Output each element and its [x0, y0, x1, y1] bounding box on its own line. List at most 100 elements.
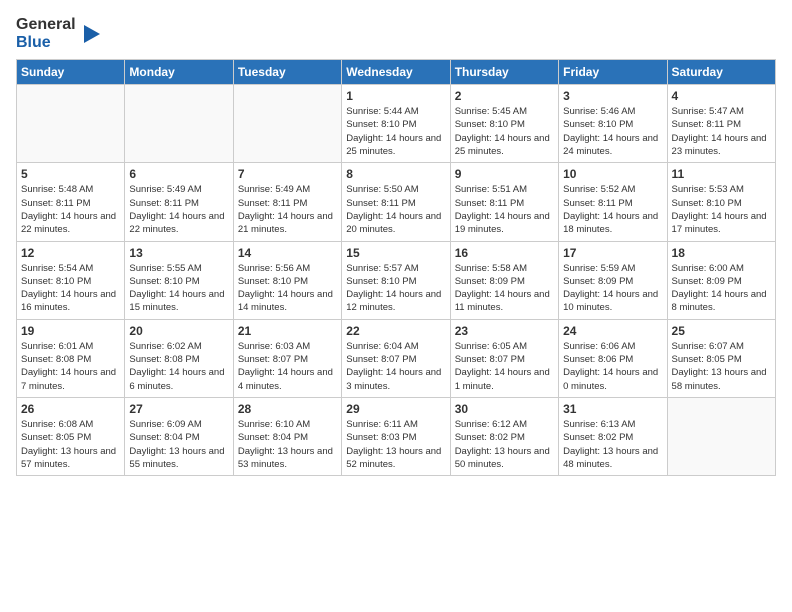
day-info: Sunrise: 6:07 AM Sunset: 8:05 PM Dayligh… — [672, 340, 771, 393]
page-header: General Blue — [16, 16, 776, 51]
calendar-cell: 11 Sunrise: 5:53 AM Sunset: 8:10 PM Dayli… — [667, 163, 775, 241]
calendar-cell: 28 Sunrise: 6:10 AM Sunset: 8:04 PM Dayli… — [233, 397, 341, 475]
day-info: Sunrise: 6:12 AM Sunset: 8:02 PM Dayligh… — [455, 418, 554, 471]
day-number: 6 — [129, 167, 228, 181]
calendar-cell: 20 Sunrise: 6:02 AM Sunset: 8:08 PM Dayli… — [125, 319, 233, 397]
calendar-cell: 27Sunrise: 6:09 AM Sunset: 8:04 PM Dayli… — [125, 397, 233, 475]
calendar-cell: 2Sunrise: 5:45 AM Sunset: 8:10 PM Daylig… — [450, 85, 558, 163]
calendar-cell: 14 Sunrise: 5:56 AM Sunset: 8:10 PM Dayli… — [233, 241, 341, 319]
day-info: Sunrise: 5:46 AM Sunset: 8:10 PM Dayligh… — [563, 105, 662, 158]
day-number: 20 — [129, 324, 228, 338]
day-number: 22 — [346, 324, 445, 338]
day-info: Sunrise: 5:49 AM Sunset: 8:11 PM Dayligh… — [238, 183, 337, 236]
logo-blue-text: Blue — [16, 34, 76, 52]
day-number: 25 — [672, 324, 771, 338]
day-number: 31 — [563, 402, 662, 416]
calendar-cell — [233, 85, 341, 163]
day-number: 29 — [346, 402, 445, 416]
day-info: Sunrise: 5:59 AM Sunset: 8:09 PM Dayligh… — [563, 262, 662, 315]
calendar-header-row: SundayMondayTuesdayWednesdayThursdayFrid… — [17, 60, 776, 85]
calendar-cell: 18 Sunrise: 6:00 AM Sunset: 8:09 PM Dayli… — [667, 241, 775, 319]
calendar-cell — [17, 85, 125, 163]
day-number: 21 — [238, 324, 337, 338]
calendar-cell: 16Sunrise: 5:58 AM Sunset: 8:09 PM Dayli… — [450, 241, 558, 319]
logo-general-text: General — [16, 16, 76, 34]
day-number: 24 — [563, 324, 662, 338]
day-info: Sunrise: 6:00 AM Sunset: 8:09 PM Dayligh… — [672, 262, 771, 315]
calendar-cell: 19 Sunrise: 6:01 AM Sunset: 8:08 PM Dayli… — [17, 319, 125, 397]
weekday-header-monday: Monday — [125, 60, 233, 85]
day-info: Sunrise: 6:02 AM Sunset: 8:08 PM Dayligh… — [129, 340, 228, 393]
weekday-header-saturday: Saturday — [667, 60, 775, 85]
day-number: 10 — [563, 167, 662, 181]
day-info: Sunrise: 6:01 AM Sunset: 8:08 PM Dayligh… — [21, 340, 120, 393]
day-info: Sunrise: 6:08 AM Sunset: 8:05 PM Dayligh… — [21, 418, 120, 471]
day-info: Sunrise: 5:54 AM Sunset: 8:10 PM Dayligh… — [21, 262, 120, 315]
day-info: Sunrise: 5:55 AM Sunset: 8:10 PM Dayligh… — [129, 262, 228, 315]
day-number: 14 — [238, 246, 337, 260]
day-number: 9 — [455, 167, 554, 181]
calendar-cell: 30 Sunrise: 6:12 AM Sunset: 8:02 PM Dayli… — [450, 397, 558, 475]
weekday-header-tuesday: Tuesday — [233, 60, 341, 85]
calendar-cell: 10Sunrise: 5:52 AM Sunset: 8:11 PM Dayli… — [559, 163, 667, 241]
day-number: 16 — [455, 246, 554, 260]
day-number: 26 — [21, 402, 120, 416]
calendar-cell: 4Sunrise: 5:47 AM Sunset: 8:11 PM Daylig… — [667, 85, 775, 163]
day-number: 17 — [563, 246, 662, 260]
day-number: 28 — [238, 402, 337, 416]
day-number: 23 — [455, 324, 554, 338]
day-info: Sunrise: 6:05 AM Sunset: 8:07 PM Dayligh… — [455, 340, 554, 393]
calendar-cell: 26 Sunrise: 6:08 AM Sunset: 8:05 PM Dayli… — [17, 397, 125, 475]
calendar-cell: 13 Sunrise: 5:55 AM Sunset: 8:10 PM Dayli… — [125, 241, 233, 319]
calendar-cell: 24 Sunrise: 6:06 AM Sunset: 8:06 PM Dayli… — [559, 319, 667, 397]
day-number: 11 — [672, 167, 771, 181]
calendar-cell: 21 Sunrise: 6:03 AM Sunset: 8:07 PM Dayli… — [233, 319, 341, 397]
calendar-cell: 25 Sunrise: 6:07 AM Sunset: 8:05 PM Dayli… — [667, 319, 775, 397]
day-info: Sunrise: 5:49 AM Sunset: 8:11 PM Dayligh… — [129, 183, 228, 236]
calendar-cell — [667, 397, 775, 475]
day-info: Sunrise: 5:47 AM Sunset: 8:11 PM Dayligh… — [672, 105, 771, 158]
day-number: 5 — [21, 167, 120, 181]
day-info: Sunrise: 5:57 AM Sunset: 8:10 PM Dayligh… — [346, 262, 445, 315]
day-info: Sunrise: 6:04 AM Sunset: 8:07 PM Dayligh… — [346, 340, 445, 393]
logo-arrow-icon — [80, 23, 102, 45]
day-number: 13 — [129, 246, 228, 260]
calendar-cell: 17 Sunrise: 5:59 AM Sunset: 8:09 PM Dayli… — [559, 241, 667, 319]
calendar-cell: 5 Sunrise: 5:48 AM Sunset: 8:11 PM Daylig… — [17, 163, 125, 241]
day-number: 2 — [455, 89, 554, 103]
day-info: Sunrise: 5:56 AM Sunset: 8:10 PM Dayligh… — [238, 262, 337, 315]
day-info: Sunrise: 6:11 AM Sunset: 8:03 PM Dayligh… — [346, 418, 445, 471]
day-info: Sunrise: 5:50 AM Sunset: 8:11 PM Dayligh… — [346, 183, 445, 236]
calendar-cell: 1Sunrise: 5:44 AM Sunset: 8:10 PM Daylig… — [342, 85, 450, 163]
day-number: 27 — [129, 402, 228, 416]
calendar-cell: 15 Sunrise: 5:57 AM Sunset: 8:10 PM Dayli… — [342, 241, 450, 319]
day-number: 18 — [672, 246, 771, 260]
day-info: Sunrise: 6:13 AM Sunset: 8:02 PM Dayligh… — [563, 418, 662, 471]
day-info: Sunrise: 6:03 AM Sunset: 8:07 PM Dayligh… — [238, 340, 337, 393]
day-info: Sunrise: 6:10 AM Sunset: 8:04 PM Dayligh… — [238, 418, 337, 471]
calendar-cell — [125, 85, 233, 163]
weekday-header-sunday: Sunday — [17, 60, 125, 85]
calendar-cell: 12 Sunrise: 5:54 AM Sunset: 8:10 PM Dayli… — [17, 241, 125, 319]
calendar-cell: 23 Sunrise: 6:05 AM Sunset: 8:07 PM Dayli… — [450, 319, 558, 397]
calendar-week-row: 26 Sunrise: 6:08 AM Sunset: 8:05 PM Dayli… — [17, 397, 776, 475]
day-number: 15 — [346, 246, 445, 260]
calendar-week-row: 1Sunrise: 5:44 AM Sunset: 8:10 PM Daylig… — [17, 85, 776, 163]
day-number: 19 — [21, 324, 120, 338]
day-number: 12 — [21, 246, 120, 260]
logo: General Blue — [16, 16, 102, 51]
day-info: Sunrise: 6:06 AM Sunset: 8:06 PM Dayligh… — [563, 340, 662, 393]
day-info: Sunrise: 5:48 AM Sunset: 8:11 PM Dayligh… — [21, 183, 120, 236]
day-number: 1 — [346, 89, 445, 103]
day-number: 8 — [346, 167, 445, 181]
calendar-week-row: 5 Sunrise: 5:48 AM Sunset: 8:11 PM Daylig… — [17, 163, 776, 241]
calendar-table: SundayMondayTuesdayWednesdayThursdayFrid… — [16, 59, 776, 476]
calendar-week-row: 19 Sunrise: 6:01 AM Sunset: 8:08 PM Dayli… — [17, 319, 776, 397]
calendar-cell: 6 Sunrise: 5:49 AM Sunset: 8:11 PM Daylig… — [125, 163, 233, 241]
calendar-cell: 7Sunrise: 5:49 AM Sunset: 8:11 PM Daylig… — [233, 163, 341, 241]
calendar-cell: 3 Sunrise: 5:46 AM Sunset: 8:10 PM Daylig… — [559, 85, 667, 163]
day-info: Sunrise: 5:53 AM Sunset: 8:10 PM Dayligh… — [672, 183, 771, 236]
day-number: 30 — [455, 402, 554, 416]
weekday-header-friday: Friday — [559, 60, 667, 85]
day-number: 3 — [563, 89, 662, 103]
